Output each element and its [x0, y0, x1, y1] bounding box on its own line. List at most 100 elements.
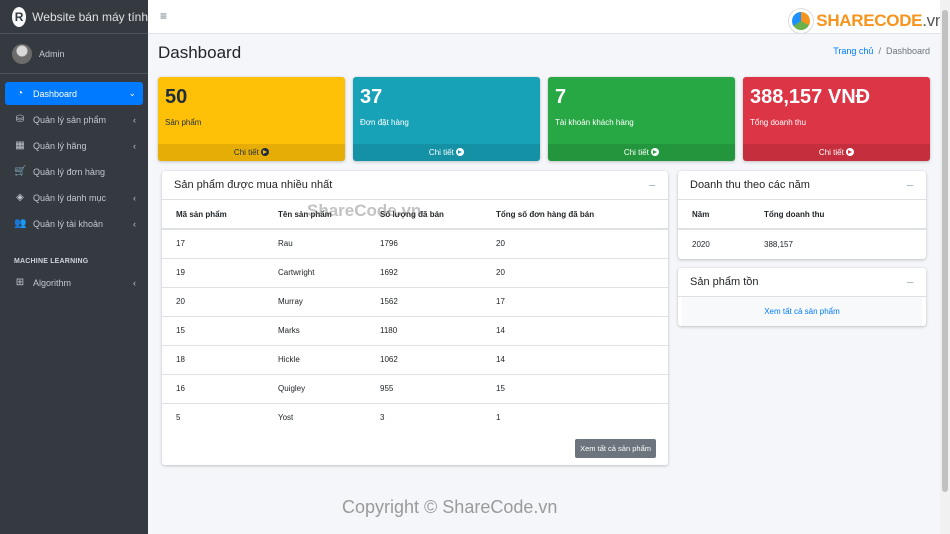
table-cell: 20 [482, 228, 668, 258]
table-cell: 19 [162, 257, 264, 287]
stat-detail-link[interactable]: Chi tiết [743, 144, 930, 161]
stat-label: Đơn đặt hàng [360, 118, 409, 127]
stat-box-revenue: 388,157 VNĐ Tổng doanh thu Chi tiết [743, 77, 930, 161]
revenue-table: Năm Tổng doanh thu 2020 388,157 [678, 200, 926, 258]
column-header: Số lượng đã bán [366, 200, 482, 230]
collapse-icon[interactable]: − [906, 178, 914, 193]
table-row: 17 Rau 1796 20 [162, 228, 668, 258]
stock-products-card: Sản phẩm tồn − Xem tất cả sản phẩm [678, 268, 926, 326]
card-title: Sản phẩm được mua nhiều nhất [174, 179, 333, 191]
page-title: Dashboard [158, 43, 242, 62]
logo-main-text: SHARECODE [816, 11, 923, 30]
stat-label: Tổng doanh thu [750, 118, 807, 127]
table-cell: Marks [264, 315, 366, 345]
scrollbar-thumb[interactable] [942, 10, 948, 492]
sidebar-item-brands[interactable]: ▦ Quản lý hãng ‹ [5, 134, 143, 157]
stat-detail-link[interactable]: Chi tiết [158, 144, 345, 161]
column-header: Tổng doanh thu [750, 200, 926, 230]
page-scrollbar[interactable] [940, 0, 950, 534]
table-cell: 1 [482, 402, 668, 432]
table-cell: 17 [482, 286, 668, 316]
table-row: 19 Cartwright 1692 20 [162, 257, 668, 287]
sidebar-item-products[interactable]: ⛁ Quản lý sản phẩm ‹ [5, 108, 143, 131]
table-cell: 1180 [366, 315, 482, 345]
stat-detail-link[interactable]: Chi tiết [353, 144, 540, 161]
table-cell: Quigley [264, 373, 366, 403]
table-cell: 15 [162, 315, 264, 345]
arrow-circle-right-icon [651, 148, 660, 156]
menu-toggle-icon[interactable]: ≡ [160, 9, 167, 23]
sharecode-logo: SHARECODE.vn [788, 8, 944, 34]
card-header: Sản phẩm tồn − [678, 268, 926, 297]
card-title: Doanh thu theo các năm [690, 179, 810, 191]
cart-icon: 🛒 [14, 166, 27, 177]
sidebar-item-accounts[interactable]: 👥 Quản lý tài khoản ‹ [5, 212, 143, 235]
sidebar-item-orders[interactable]: 🛒 Quản lý đơn hàng [5, 160, 143, 183]
stat-box-customers: 7 Tài khoản khách hàng Chi tiết [548, 77, 735, 161]
chevron-left-icon: ‹ [133, 140, 136, 151]
breadcrumb-home-link[interactable]: Trang chủ [833, 46, 873, 56]
table-cell: Hickle [264, 344, 366, 374]
table-row: 18 Hickle 1062 14 [162, 344, 668, 374]
dashboard-icon: ◔ [16, 88, 24, 99]
arrow-circle-right-icon [456, 148, 465, 156]
table-cell: 20 [482, 257, 668, 287]
column-header: Tổng số đơn hàng đã bán [482, 200, 668, 230]
sidebar-item-dashboard[interactable]: ◔ Dashboard ⌄ [5, 82, 143, 105]
table-cell: Rau [264, 228, 366, 258]
sidebar-item-categories[interactable]: ◈ Quản lý danh mục ‹ [5, 186, 143, 209]
table-cell: 955 [366, 373, 482, 403]
stat-value: 388,157 VNĐ [750, 86, 871, 108]
chevron-left-icon: ‹ [133, 192, 136, 203]
sidebar-item-label: Algorithm [33, 277, 72, 288]
card-header: Sản phẩm được mua nhiều nhất − [162, 171, 668, 200]
collapse-icon[interactable]: − [648, 178, 656, 193]
table-cell: 17 [162, 228, 264, 258]
sidebar-nav: ◔ Dashboard ⌄ ⛁ Quản lý sản phẩm ‹ ▦ Quả… [0, 74, 148, 294]
table-cell: 2020 [678, 228, 750, 258]
table-header-row: Mã sản phẩm Tên sản phẩm Số lượng đã bán… [162, 200, 668, 230]
user-panel[interactable]: Admin [0, 34, 148, 74]
collapse-icon[interactable]: − [906, 275, 914, 290]
table-cell: Cartwright [264, 257, 366, 287]
arrow-circle-right-icon [846, 148, 855, 156]
arrow-circle-right-icon [261, 148, 270, 156]
stat-value: 37 [360, 86, 383, 108]
sidebar-item-label: Quản lý sản phẩm [33, 114, 107, 125]
chevron-left-icon: ‹ [133, 218, 136, 229]
stat-box-orders: 37 Đơn đặt hàng Chi tiết [353, 77, 540, 161]
top-products-card: Sản phẩm được mua nhiều nhất − Mã sản ph… [162, 171, 668, 465]
table-cell: 14 [482, 344, 668, 374]
avatar [12, 43, 32, 64]
table-icon: ▦ [15, 140, 25, 151]
view-all-stock-link[interactable]: Xem tất cả sản phẩm [682, 297, 922, 326]
main-sidebar: R Website bán máy tính Admin ◔ Dashboard… [0, 0, 148, 534]
top-navbar: ≡ SHARECODE.vn [148, 0, 944, 34]
table-cell: 1692 [366, 257, 482, 287]
sidebar-item-label: Quản lý đơn hàng [33, 166, 105, 177]
card-header: Doanh thu theo các năm − [678, 171, 926, 200]
brand-title: Website bán máy tính [32, 9, 148, 24]
table-cell: 1796 [366, 228, 482, 258]
boxes-icon: ⛁ [15, 114, 25, 125]
table-row: 5 Yost 3 1 [162, 402, 668, 432]
top-products-table: Mã sản phẩm Tên sản phẩm Số lượng đã bán… [162, 200, 668, 432]
users-icon: 👥 [14, 218, 27, 229]
sidebar-item-algorithm[interactable]: ⊞ Algorithm ‹ [5, 271, 143, 294]
brand-link[interactable]: R Website bán máy tính [0, 0, 148, 34]
watermark-copyright: Copyright © ShareCode.vn [342, 497, 558, 517]
stat-detail-link[interactable]: Chi tiết [548, 144, 735, 161]
view-all-products-button[interactable]: Xem tất cả sản phẩm [575, 439, 656, 458]
card-footer: Xem tất cả sản phẩm [162, 434, 668, 465]
column-header: Mã sản phẩm [162, 200, 264, 230]
column-header: Năm [678, 200, 750, 230]
stat-label: Sản phẩm [165, 118, 202, 127]
table-row: 20 Murray 1562 17 [162, 286, 668, 316]
stat-value: 7 [555, 86, 567, 108]
chevron-left-icon: ‹ [133, 277, 136, 288]
table-cell: 18 [162, 344, 264, 374]
stat-value: 50 [165, 86, 188, 108]
chevron-left-icon: ‹ [133, 114, 136, 125]
table-row: 16 Quigley 955 15 [162, 373, 668, 403]
stat-label: Tài khoản khách hàng [555, 118, 634, 127]
